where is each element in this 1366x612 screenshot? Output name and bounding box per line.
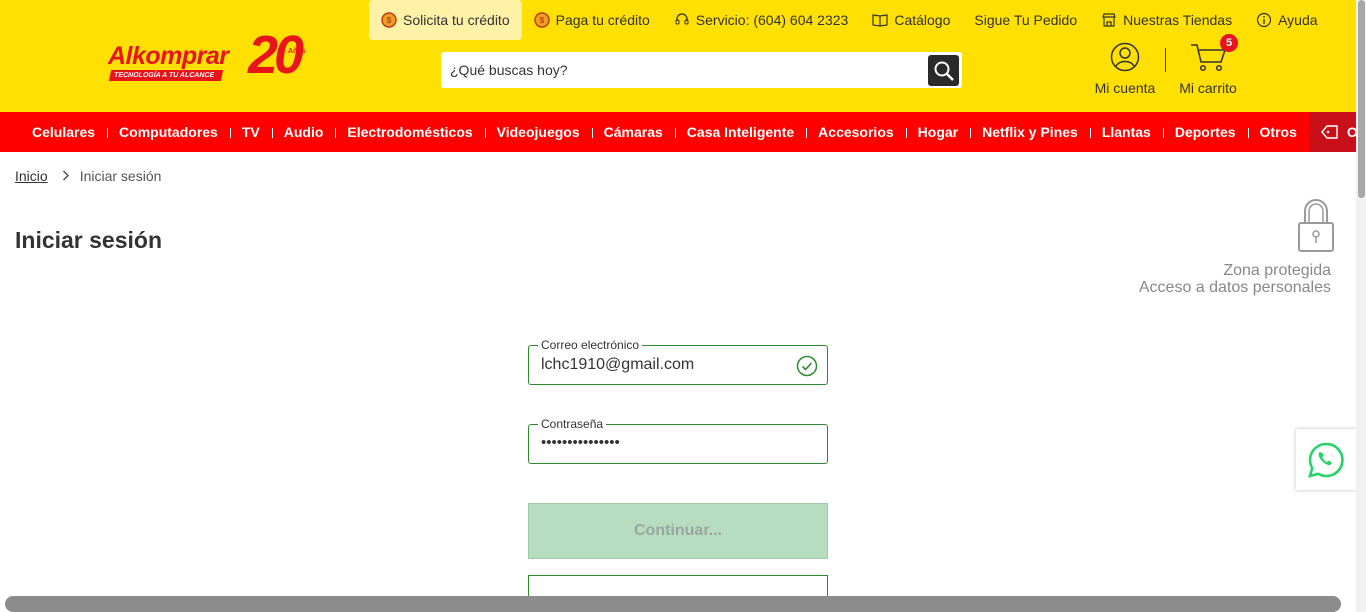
category-bar: Celulares Computadores TV Audio Electrod… [0, 112, 1366, 152]
topnav-paga-credito[interactable]: $ Paga tu crédito [522, 0, 662, 40]
logo-tagline: TECNOLOGÍA A TU ALCANCE [108, 70, 224, 81]
category-electrodomesticos[interactable]: Electrodomésticos [335, 112, 484, 152]
topnav-label: Catálogo [894, 12, 951, 28]
store-icon [1102, 13, 1116, 27]
account-button[interactable]: Mi cuenta [1092, 42, 1158, 100]
continue-button[interactable]: Continuar... [528, 503, 828, 559]
email-label: Correo electrónico [538, 338, 643, 352]
account-label: Mi cuenta [1094, 80, 1156, 96]
topnav-label: Ayuda [1278, 12, 1318, 28]
topnav-label: Nuestras Tiendas [1123, 12, 1233, 28]
user-icon [1110, 42, 1140, 72]
email-value: lchc1910@gmail.com [541, 356, 695, 373]
catalog-icon [872, 14, 888, 27]
logo-anniversary-sub: Años [288, 48, 306, 55]
breadcrumb-current: Iniciar sesión [79, 168, 162, 184]
alkomprar-logo[interactable]: Alkomprar TECNOLOGÍA A TU ALCANCE 20 Año… [108, 25, 323, 85]
search-icon [934, 61, 954, 81]
tag-icon [1320, 125, 1338, 139]
top-nav: $ Solicita tu crédito $ Paga tu crédito … [369, 0, 1330, 40]
topnav-sigue-pedido[interactable]: Sigue Tu Pedido [962, 0, 1089, 40]
cart-label: Mi carrito [1179, 80, 1237, 96]
category-camaras[interactable]: Cámaras [591, 112, 675, 152]
category-celulares[interactable]: Celulares [20, 112, 107, 152]
check-circle-icon [796, 355, 818, 377]
topnav-catalogo[interactable]: Catálogo [860, 0, 962, 40]
svg-text:$: $ [387, 16, 392, 25]
protected-line2: Acceso a datos personales [1138, 279, 1331, 296]
password-field[interactable]: Contraseña ••••••••••••••• [528, 417, 828, 464]
header-divider [1165, 48, 1166, 72]
protected-zone-text: Zona protegida Acceso a datos personales [1139, 262, 1331, 296]
logo-anniversary: 20 [248, 25, 304, 85]
horizontal-scrollbar[interactable] [5, 596, 1341, 612]
category-netflix-pines[interactable]: Netflix y Pines [970, 112, 1090, 152]
topnav-label: Sigue Tu Pedido [974, 12, 1078, 28]
chevron-right-icon [62, 169, 70, 184]
category-audio[interactable]: Audio [271, 112, 336, 152]
topnav-servicio[interactable]: Servicio: (604) 604 2323 [662, 0, 861, 40]
lock-icon [1298, 199, 1334, 252]
topnav-label: Solicita tu crédito [403, 12, 510, 28]
topnav-label: Servicio: (604) 604 2323 [695, 12, 849, 28]
category-accesorios[interactable]: Accesorios [806, 112, 905, 152]
search-button[interactable] [928, 55, 959, 86]
email-field[interactable]: Correo electrónico lchc1910@gmail.com [528, 338, 828, 385]
search-bar [441, 52, 962, 88]
breadcrumb: Inicio Iniciar sesión [15, 168, 161, 184]
whatsapp-button[interactable] [1296, 429, 1356, 490]
headset-icon [675, 13, 689, 25]
category-otros[interactable]: Otros [1247, 112, 1309, 152]
svg-text:$: $ [539, 16, 544, 25]
category-tv[interactable]: TV [229, 112, 272, 152]
topnav-nuestras-tiendas[interactable]: Nuestras Tiendas [1089, 0, 1244, 40]
topnav-solicita-credito[interactable]: $ Solicita tu crédito [369, 0, 522, 40]
cart-count-badge: 5 [1220, 34, 1238, 52]
topnav-label: Paga tu crédito [555, 12, 650, 28]
protected-line1: Zona protegida [1223, 262, 1331, 279]
breadcrumb-home-link[interactable]: Inicio [15, 168, 48, 184]
password-label: Contraseña [538, 417, 607, 431]
logo-text: Alkomprar [108, 42, 229, 70]
category-videojuegos[interactable]: Videojuegos [484, 112, 592, 152]
site-header: Alkomprar TECNOLOGÍA A TU ALCANCE 20 Año… [0, 0, 1356, 112]
credit-coin-icon: $ [381, 12, 397, 28]
category-casa-inteligente[interactable]: Casa Inteligente [674, 112, 806, 152]
cart-button[interactable]: 5 Mi carrito [1176, 34, 1240, 100]
category-computadores[interactable]: Computadores [107, 112, 230, 152]
category-llantas[interactable]: Llantas [1089, 112, 1163, 152]
category-deportes[interactable]: Deportes [1162, 112, 1248, 152]
category-hogar[interactable]: Hogar [905, 112, 970, 152]
page-title: Iniciar sesión [15, 227, 163, 253]
password-value: ••••••••••••••• [541, 434, 620, 451]
info-icon [1256, 12, 1272, 28]
whatsapp-icon [1308, 442, 1344, 478]
vertical-scrollbar-thumb[interactable] [1358, 0, 1365, 198]
search-input[interactable] [441, 52, 925, 88]
topnav-ayuda[interactable]: Ayuda [1244, 0, 1329, 40]
pay-coin-icon: $ [533, 12, 550, 28]
